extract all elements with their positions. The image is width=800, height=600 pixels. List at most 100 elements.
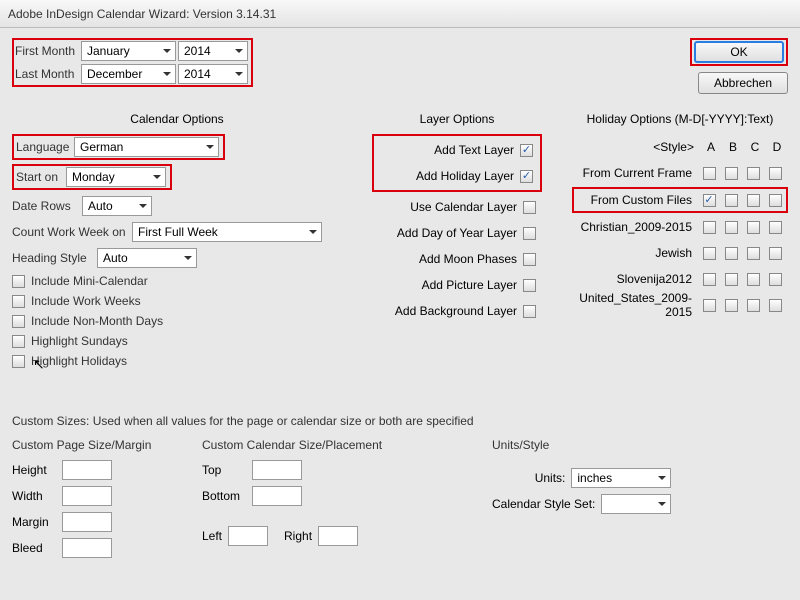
add-moon-label: Add Moon Phases — [419, 252, 517, 266]
hl-sun-label: Highlight Sundays — [31, 334, 128, 348]
margin-input[interactable] — [62, 512, 112, 532]
right-input[interactable] — [318, 526, 358, 546]
hl-hol-label: Highlight Holidays — [31, 354, 127, 368]
css-select[interactable] — [601, 494, 671, 514]
holiday-checkbox[interactable] — [725, 299, 738, 312]
window-title: Adobe InDesign Calendar Wizard: Version … — [8, 7, 276, 21]
holiday-name: Jewish — [574, 246, 698, 260]
holiday-checkbox[interactable] — [703, 194, 716, 207]
top-label: Top — [202, 463, 252, 477]
holiday-checkbox[interactable] — [725, 194, 738, 207]
cww-label: Count Work Week on — [12, 225, 132, 239]
holiday-checkbox[interactable] — [747, 247, 760, 260]
include-mini-checkbox[interactable] — [12, 275, 25, 288]
cs-intro: Custom Sizes: Used when all values for t… — [12, 414, 788, 428]
css-label: Calendar Style Set: — [492, 497, 595, 511]
add-holiday-checkbox[interactable] — [520, 170, 533, 183]
holiday-checkbox[interactable] — [725, 221, 738, 234]
include-nmd-label: Include Non-Month Days — [31, 314, 163, 328]
include-mini-label: Include Mini-Calendar — [31, 274, 148, 288]
add-bg-checkbox[interactable] — [523, 305, 536, 318]
height-input[interactable] — [62, 460, 112, 480]
holiday-name: Slovenija2012 — [574, 272, 698, 286]
cs-units-header: Units/Style — [492, 438, 673, 452]
bleed-label: Bleed — [12, 541, 62, 555]
holiday-row: Christian_2009-2015 — [572, 214, 788, 240]
cancel-button[interactable]: Abbrechen — [698, 72, 788, 94]
first-month-select[interactable]: January — [81, 41, 176, 61]
date-rows-select[interactable]: Auto — [82, 196, 152, 216]
start-on-label: Start on — [16, 170, 66, 184]
first-month-label: First Month — [15, 44, 81, 58]
holiday-checkbox[interactable] — [769, 167, 782, 180]
date-rows-label: Date Rows — [12, 199, 82, 213]
left-label: Left — [202, 529, 222, 543]
start-on-highlight: Start on Monday — [12, 164, 172, 190]
add-text-checkbox[interactable] — [520, 144, 533, 157]
holiday-row: From Custom Files — [572, 187, 788, 213]
add-text-label: Add Text Layer — [434, 143, 514, 157]
style-label: <Style> — [572, 140, 700, 154]
include-nmd-checkbox[interactable] — [12, 315, 25, 328]
height-label: Height — [12, 463, 62, 477]
cs-cal-header: Custom Calendar Size/Placement — [202, 438, 452, 452]
add-moon-checkbox[interactable] — [523, 253, 536, 266]
holiday-checkbox[interactable] — [769, 299, 782, 312]
holiday-checkbox[interactable] — [703, 221, 716, 234]
holiday-checkbox[interactable] — [769, 221, 782, 234]
layer-options-header: Layer Options — [372, 112, 542, 126]
hl-sun-checkbox[interactable] — [12, 335, 25, 348]
holiday-checkbox[interactable] — [747, 194, 760, 207]
holiday-checkbox[interactable] — [769, 247, 782, 260]
holiday-name: Christian_2009-2015 — [574, 220, 698, 234]
add-holiday-label: Add Holiday Layer — [416, 169, 514, 183]
holiday-checkbox[interactable] — [703, 247, 716, 260]
hl-hol-checkbox[interactable] — [12, 355, 25, 368]
holiday-checkbox[interactable] — [769, 194, 782, 207]
holiday-checkbox[interactable] — [769, 273, 782, 286]
add-doy-checkbox[interactable] — [523, 227, 536, 240]
first-year-select[interactable]: 2014 — [178, 41, 248, 61]
holiday-checkbox[interactable] — [725, 273, 738, 286]
top-input[interactable] — [252, 460, 302, 480]
holiday-name: From Custom Files — [574, 193, 698, 207]
holiday-name: From Current Frame — [574, 166, 698, 180]
holiday-checkbox[interactable] — [747, 167, 760, 180]
use-cal-checkbox[interactable] — [523, 201, 536, 214]
holiday-checkbox[interactable] — [747, 273, 760, 286]
holiday-checkbox[interactable] — [747, 221, 760, 234]
bottom-label: Bottom — [202, 489, 252, 503]
heading-style-select[interactable]: Auto — [97, 248, 197, 268]
units-select[interactable]: inches — [571, 468, 671, 488]
right-label: Right — [284, 529, 312, 543]
include-ww-checkbox[interactable] — [12, 295, 25, 308]
col-b: B — [722, 140, 744, 154]
bleed-input[interactable] — [62, 538, 112, 558]
holiday-checkbox[interactable] — [725, 247, 738, 260]
holiday-checkbox[interactable] — [747, 299, 760, 312]
bottom-input[interactable] — [252, 486, 302, 506]
start-on-select[interactable]: Monday — [66, 167, 166, 187]
use-cal-label: Use Calendar Layer — [410, 200, 517, 214]
last-year-select[interactable]: 2014 — [178, 64, 248, 84]
holiday-checkbox[interactable] — [703, 299, 716, 312]
holiday-row: Jewish — [572, 240, 788, 266]
holiday-checkbox[interactable] — [703, 167, 716, 180]
last-month-select[interactable]: December — [81, 64, 176, 84]
holiday-checkbox[interactable] — [703, 273, 716, 286]
margin-label: Margin — [12, 515, 62, 529]
date-range-highlight: First Month January 2014 Last Month Dece… — [12, 38, 253, 87]
add-bg-label: Add Background Layer — [395, 304, 517, 318]
add-doy-label: Add Day of Year Layer — [397, 226, 517, 240]
ok-highlight: OK — [690, 38, 788, 66]
left-input[interactable] — [228, 526, 268, 546]
holiday-row: United_States_2009-2015 — [572, 292, 788, 318]
ok-button[interactable]: OK — [694, 41, 784, 63]
add-pic-checkbox[interactable] — [523, 279, 536, 292]
language-select[interactable]: German — [74, 137, 219, 157]
width-input[interactable] — [62, 486, 112, 506]
holiday-checkbox[interactable] — [725, 167, 738, 180]
cww-select[interactable]: First Full Week — [132, 222, 322, 242]
layer-highlight: Add Text Layer Add Holiday Layer — [372, 134, 542, 192]
units-label: Units: — [535, 471, 566, 485]
